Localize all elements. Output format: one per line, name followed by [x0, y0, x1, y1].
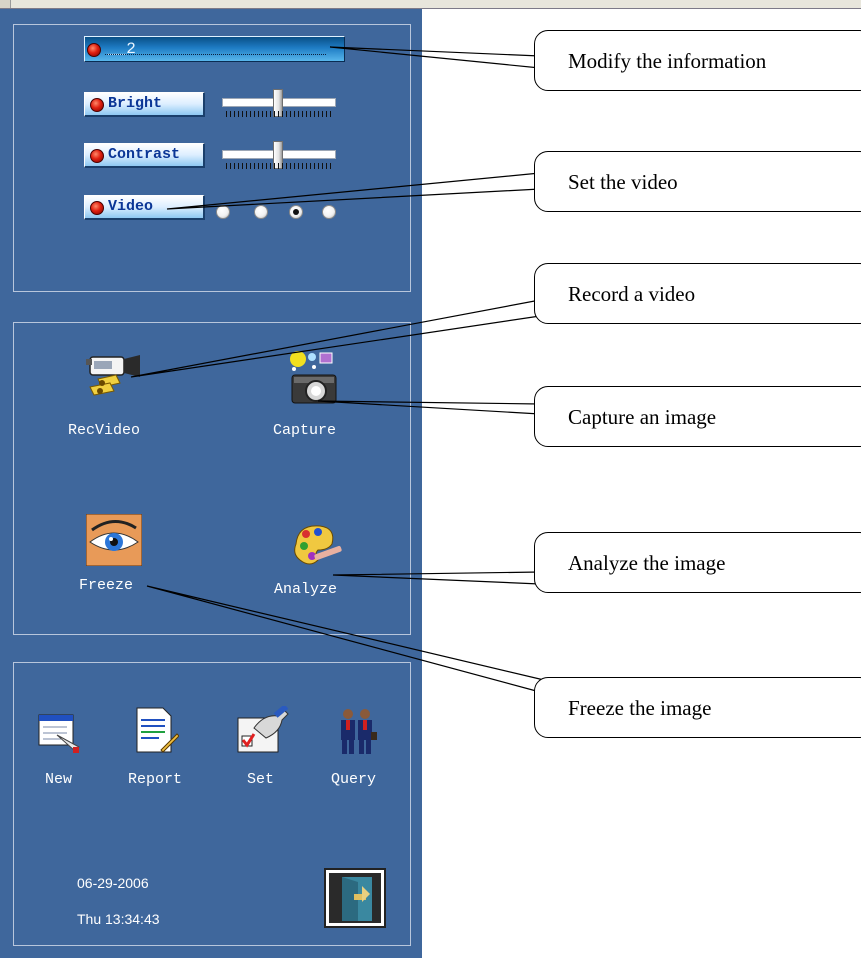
- video-label[interactable]: Video: [84, 195, 205, 220]
- settings-checklist-icon: [237, 704, 289, 753]
- analyze-label: Analyze: [274, 581, 338, 598]
- callout-analyze: Analyze the image: [534, 532, 861, 593]
- video-indicator-icon: [90, 201, 104, 215]
- query-label: Query: [331, 771, 377, 788]
- window-top-bar: [0, 0, 861, 9]
- video-option-radio[interactable]: [322, 205, 336, 219]
- video-option-radio[interactable]: [254, 205, 268, 219]
- info-indicator-icon: [87, 43, 101, 57]
- bright-indicator-icon: [90, 98, 104, 112]
- report-button[interactable]: [133, 706, 180, 756]
- callout-set-video: Set the video: [534, 151, 861, 212]
- eye-icon: [85, 513, 143, 567]
- callout-freeze: Freeze the image: [534, 677, 861, 738]
- info-value: __2: [107, 40, 136, 58]
- window-corner: [0, 0, 11, 8]
- query-button[interactable]: [335, 706, 379, 756]
- bright-label[interactable]: Bright: [84, 92, 205, 117]
- callout-capture: Capture an image: [534, 386, 861, 447]
- video-option-radio[interactable]: [216, 205, 230, 219]
- info-input[interactable]: __2: [84, 36, 345, 62]
- video-label-text: Video: [108, 198, 154, 215]
- bright-label-text: Bright: [108, 95, 163, 112]
- new-label: New: [45, 771, 73, 788]
- exit-button[interactable]: [324, 868, 386, 928]
- contrast-indicator-icon: [90, 149, 104, 163]
- date-display: 06-29-2006: [77, 875, 149, 891]
- camera-capture-icon: [290, 351, 337, 404]
- contrast-slider-ticks: [226, 163, 334, 169]
- actions-section: [13, 322, 411, 635]
- freeze-button[interactable]: [85, 513, 143, 567]
- recvideo-button[interactable]: [80, 347, 146, 409]
- control-panel: __2 Bright Contrast Video RecVideo Captu…: [0, 9, 422, 958]
- callout-modify: Modify the information: [534, 30, 861, 91]
- recvideo-label: RecVideo: [68, 422, 141, 439]
- callout-record: Record a video: [534, 263, 861, 324]
- settings-section: [13, 24, 411, 292]
- new-record-icon: [38, 714, 80, 753]
- video-camera-icon: [86, 355, 140, 396]
- analyze-button[interactable]: [288, 520, 344, 572]
- freeze-label: Freeze: [79, 577, 134, 594]
- capture-button[interactable]: [284, 349, 344, 409]
- video-option-radio[interactable]: [289, 205, 303, 219]
- contrast-label[interactable]: Contrast: [84, 143, 205, 168]
- time-display: Thu 13:34:43: [77, 911, 160, 927]
- report-label: Report: [128, 771, 183, 788]
- query-people-icon: [341, 709, 377, 754]
- bright-slider-ticks: [226, 111, 334, 117]
- report-document-icon: [136, 707, 180, 753]
- capture-label: Capture: [273, 422, 337, 439]
- new-button[interactable]: [37, 711, 83, 755]
- exit-door-icon: [324, 868, 386, 928]
- palette-icon: [294, 525, 342, 565]
- contrast-label-text: Contrast: [108, 146, 181, 163]
- info-underline: [105, 54, 326, 55]
- set-button[interactable]: [234, 704, 290, 756]
- set-label: Set: [247, 771, 275, 788]
